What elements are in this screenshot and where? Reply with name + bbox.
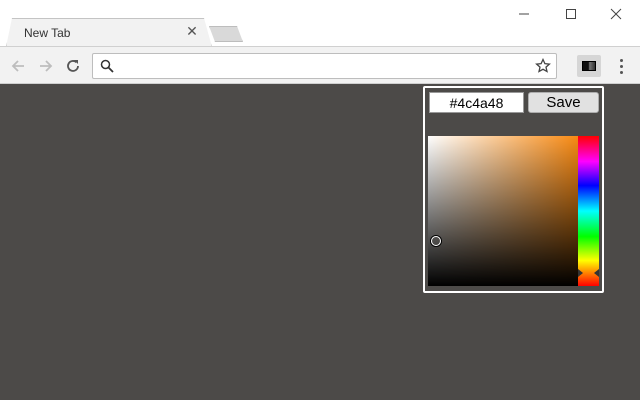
reload-icon[interactable] xyxy=(63,56,83,76)
extension-icon xyxy=(582,61,596,71)
address-input[interactable] xyxy=(119,57,529,75)
minimize-icon[interactable] xyxy=(514,4,534,24)
hex-color-input[interactable] xyxy=(429,92,524,113)
color-picker-extension-button[interactable] xyxy=(577,55,601,77)
hue-slider[interactable] xyxy=(578,136,599,286)
window-close-icon[interactable] xyxy=(606,4,626,24)
new-tab-button[interactable] xyxy=(209,26,243,42)
star-icon[interactable] xyxy=(535,57,551,74)
search-icon xyxy=(100,59,114,73)
color-picker-popup: Save xyxy=(423,86,604,293)
forward-arrow-icon[interactable] xyxy=(36,56,56,76)
title-bar: New Tab ✕ xyxy=(0,0,640,47)
tab-close-icon[interactable]: ✕ xyxy=(184,23,200,39)
maximize-icon[interactable] xyxy=(561,4,581,24)
browser-toolbar xyxy=(0,46,640,84)
tab-title: New Tab xyxy=(24,26,71,40)
hue-marker-right[interactable] xyxy=(594,269,599,277)
save-button[interactable]: Save xyxy=(528,92,599,113)
saturation-value-area[interactable] xyxy=(428,136,578,286)
address-bar[interactable] xyxy=(92,53,557,79)
tab-new-tab[interactable]: New Tab ✕ xyxy=(8,19,204,47)
back-arrow-icon[interactable] xyxy=(8,56,28,76)
color-selector-handle[interactable] xyxy=(431,236,441,246)
hue-marker-left[interactable] xyxy=(578,269,583,277)
menu-icon[interactable] xyxy=(614,56,628,76)
